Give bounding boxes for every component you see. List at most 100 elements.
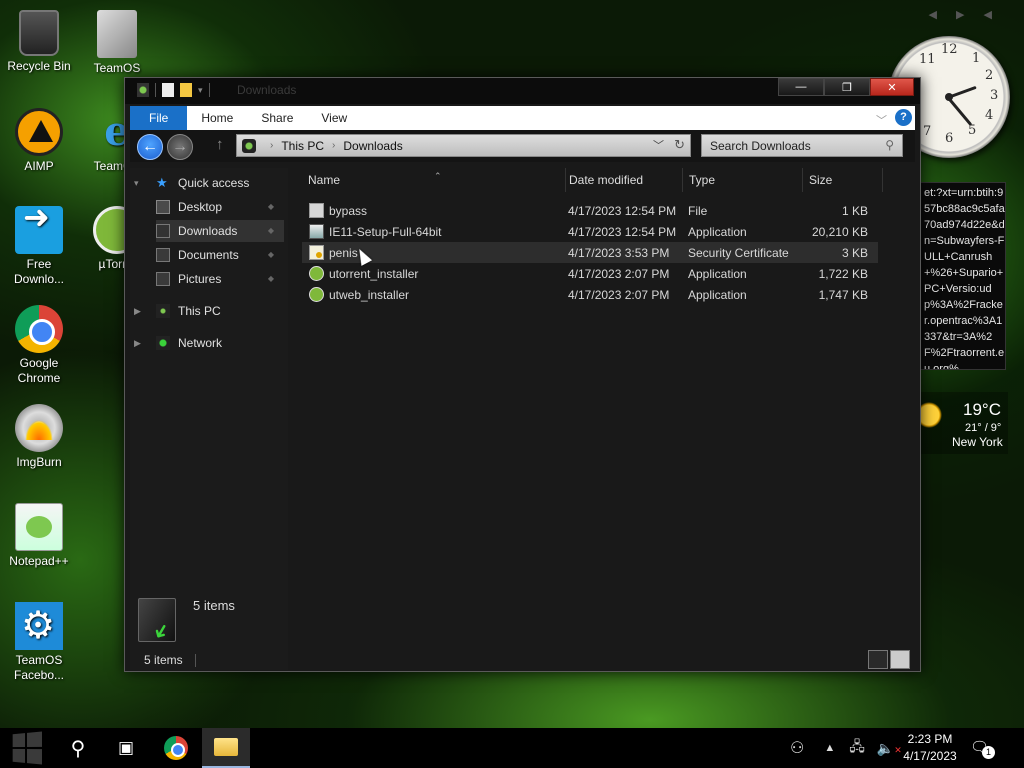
minimize-button[interactable]: — <box>778 78 824 96</box>
large-icons-view-button[interactable] <box>890 650 910 669</box>
desktop-icon-google-chrome[interactable]: Google Chrome <box>0 305 78 386</box>
desktop-icon-free-download-manager[interactable]: Free Downlo... <box>0 206 78 287</box>
up-arrow-icon[interactable]: ↑ <box>216 136 224 153</box>
close-button[interactable]: ✕ <box>870 78 914 96</box>
maximize-button[interactable]: ❐ <box>824 78 870 96</box>
desktop-icon-label: AIMP <box>24 159 54 173</box>
address-bar[interactable]: › This PC › Downloads ﹀ ↻ <box>236 134 691 157</box>
table-row[interactable]: utorrent_installer 4/17/2023 2:07 PM App… <box>302 263 878 284</box>
tab-share[interactable]: Share <box>247 106 307 130</box>
expand-chevron-icon[interactable]: ▶ <box>134 338 146 349</box>
breadcrumb-this-pc[interactable]: This PC <box>281 139 324 153</box>
file-date: 4/17/2023 3:53 PM <box>568 246 670 260</box>
taskbar: ⚲ ▣ ⚇ ▲ 🖧 🔈✕ 2:23 PM 4/17/2023 🗨 1 <box>0 728 1024 768</box>
teamos-icon <box>97 10 137 58</box>
table-row[interactable]: penis 4/17/2023 3:53 PM Security Certifi… <box>302 242 878 263</box>
sidebar-item-label: Documents <box>178 248 239 262</box>
aimp-icon <box>15 108 63 156</box>
search-button[interactable]: ⚲ <box>54 728 102 768</box>
clock-minute-hand <box>946 96 973 127</box>
sidebar-item-quick-access[interactable]: ▾ ★ Quick access <box>134 172 284 194</box>
breadcrumb-separator[interactable]: › <box>270 140 273 151</box>
search-input[interactable]: Search Downloads ⚲ <box>701 134 903 157</box>
column-header-label: Name <box>308 173 341 187</box>
sidebar-item-this-pc[interactable]: ▶ This PC <box>134 300 284 322</box>
downloads-folder-icon <box>138 598 176 642</box>
column-header-size[interactable]: Size <box>803 168 883 192</box>
title-bar[interactable]: ▾ Downloads — ❐ ✕ <box>125 78 920 104</box>
gadget-navigation[interactable]: ◀ ▶ ◀ <box>929 8 1001 21</box>
collapse-chevron-icon[interactable]: ▾ <box>134 178 146 189</box>
sidebar-item-documents[interactable]: Documents ◆ <box>156 244 284 266</box>
table-row[interactable]: bypass 4/17/2023 12:54 PM File 1 KB <box>302 200 878 221</box>
application-icon <box>309 224 324 239</box>
clock-center <box>945 93 953 101</box>
pin-icon: ◆ <box>267 250 274 259</box>
desktop-icon-teamos-facebook[interactable]: TeamOS Facebo... <box>0 602 78 683</box>
notepad-plus-plus-icon <box>15 503 63 551</box>
refresh-icon[interactable]: ↻ <box>674 137 685 153</box>
properties-icon[interactable] <box>162 83 174 97</box>
chrome-icon <box>164 736 188 760</box>
file-list: Name ⌃ Date modified Type Size bypass 4/… <box>294 168 914 648</box>
app-icon <box>137 83 149 97</box>
file-size: 3 KB <box>841 246 868 260</box>
sidebar-item-label: Desktop <box>178 200 223 214</box>
show-hidden-icons-chevron-icon[interactable]: ▲ <box>824 742 835 754</box>
desktop-icon-label: Free Downlo... <box>13 257 65 286</box>
sidebar-item-downloads[interactable]: Downloads ◆ <box>156 220 284 242</box>
column-headers: Name ⌃ Date modified Type Size <box>294 168 914 192</box>
task-view-icon: ▣ <box>117 738 135 757</box>
customize-toolbar-chevron-icon[interactable]: ▾ <box>198 85 203 96</box>
tab-home[interactable]: Home <box>187 106 247 130</box>
sidebar-item-label: Quick access <box>178 176 250 190</box>
sidebar-item-desktop[interactable]: Desktop ◆ <box>156 196 284 218</box>
sidebar-item-pictures[interactable]: Pictures ◆ <box>156 268 284 290</box>
taskbar-clock[interactable]: 2:23 PM 4/17/2023 <box>890 731 970 765</box>
taskbar-chrome[interactable] <box>152 728 200 768</box>
network-status-icon[interactable]: 🖧 <box>849 736 865 760</box>
address-dropdown-chevron-icon[interactable]: ﹀ <box>653 137 664 153</box>
recycle-bin-icon <box>19 10 59 56</box>
sort-ascending-icon: ⌃ <box>434 171 442 181</box>
details-view-button[interactable] <box>868 650 888 669</box>
column-header-name[interactable]: Name ⌃ <box>302 168 566 192</box>
table-row[interactable]: IE11-Setup-Full-64bit 4/17/2023 12:54 PM… <box>302 221 878 242</box>
desktop-icon-teamos[interactable]: TeamOS <box>78 10 156 76</box>
taskbar-file-explorer[interactable] <box>202 728 250 768</box>
file-size: 1,722 KB <box>818 267 868 281</box>
column-header-label: Date modified <box>569 173 644 187</box>
desktop-icon-imgburn[interactable]: ImgBurn <box>0 404 78 470</box>
expand-ribbon-chevron-icon[interactable]: ﹀ <box>876 112 887 128</box>
breadcrumb-downloads[interactable]: Downloads <box>343 139 402 153</box>
column-header-date[interactable]: Date modified <box>563 168 683 192</box>
file-date: 4/17/2023 2:07 PM <box>568 288 670 302</box>
new-folder-icon[interactable] <box>180 83 192 97</box>
help-button[interactable]: ? <box>895 109 912 126</box>
tab-file[interactable]: File <box>130 106 188 130</box>
column-header-label: Type <box>689 173 716 187</box>
desktop-icon-aimp[interactable]: AIMP <box>0 108 78 174</box>
start-button[interactable] <box>2 728 50 768</box>
tab-view[interactable]: View <box>307 106 361 130</box>
back-button[interactable]: ← <box>137 134 163 160</box>
forward-button[interactable]: → <box>167 134 193 160</box>
table-row[interactable]: utweb_installer 4/17/2023 2:07 PM Applic… <box>302 284 878 305</box>
people-icon[interactable]: ⚇ <box>790 738 804 758</box>
this-pc-icon <box>242 138 256 153</box>
column-header-type[interactable]: Type <box>683 168 803 192</box>
desktop-icon-recycle-bin[interactable]: Recycle Bin <box>0 10 78 74</box>
task-view-button[interactable]: ▣ <box>102 728 150 768</box>
action-center-button[interactable]: 🗨 1 <box>970 738 995 759</box>
expand-chevron-icon[interactable]: ▶ <box>134 306 146 317</box>
file-type: File <box>688 204 708 218</box>
search-placeholder: Search Downloads <box>710 139 811 153</box>
sidebar-item-network[interactable]: ▶ Network <box>134 332 284 354</box>
desktop-icon-notepad-plus-plus[interactable]: Notepad++ <box>0 503 78 569</box>
documents-folder-icon <box>156 248 170 262</box>
magnet-link-note: et:?xt=urn:btih:957bc88ac9c5afa70ad974d2… <box>918 182 1006 370</box>
file-name: IE11-Setup-Full-64bit <box>329 225 442 239</box>
star-icon: ★ <box>156 175 168 190</box>
breadcrumb-separator[interactable]: › <box>332 140 335 151</box>
window-controls: — ❐ ✕ <box>778 78 914 96</box>
